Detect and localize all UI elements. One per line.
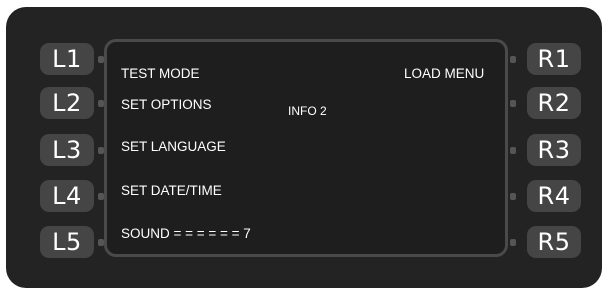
softkey-l4[interactable]: L4: [40, 180, 94, 212]
softkey-r2[interactable]: R2: [527, 87, 581, 119]
menu-item-set-language[interactable]: SET LANGUAGE: [121, 139, 226, 155]
softkey-r4[interactable]: R4: [527, 180, 581, 212]
connector-tick-r2: [510, 100, 516, 107]
menu-item-set-options[interactable]: SET OPTIONS: [121, 97, 212, 113]
connector-tick-r4: [510, 193, 516, 200]
menu-item-load-menu[interactable]: LOAD MENU: [404, 66, 484, 82]
menu-item-sound-level[interactable]: SOUND = = = = = = 7: [121, 226, 251, 242]
softkey-l2[interactable]: L2: [40, 87, 94, 119]
menu-item-test-mode[interactable]: TEST MODE: [121, 66, 200, 82]
softkey-l3[interactable]: L3: [40, 134, 94, 166]
connector-tick-r5: [510, 239, 516, 246]
info-page-indicator: INFO 2: [288, 104, 327, 118]
softkey-r5[interactable]: R5: [527, 226, 581, 258]
softkey-r1[interactable]: R1: [527, 43, 581, 75]
menu-item-set-date-time[interactable]: SET DATE/TIME: [121, 183, 222, 199]
connector-tick-r3: [510, 147, 516, 154]
softkey-l1[interactable]: L1: [40, 43, 94, 75]
softkey-l5[interactable]: L5: [40, 226, 94, 258]
connector-tick-r1: [510, 56, 516, 63]
softkey-r3[interactable]: R3: [527, 134, 581, 166]
